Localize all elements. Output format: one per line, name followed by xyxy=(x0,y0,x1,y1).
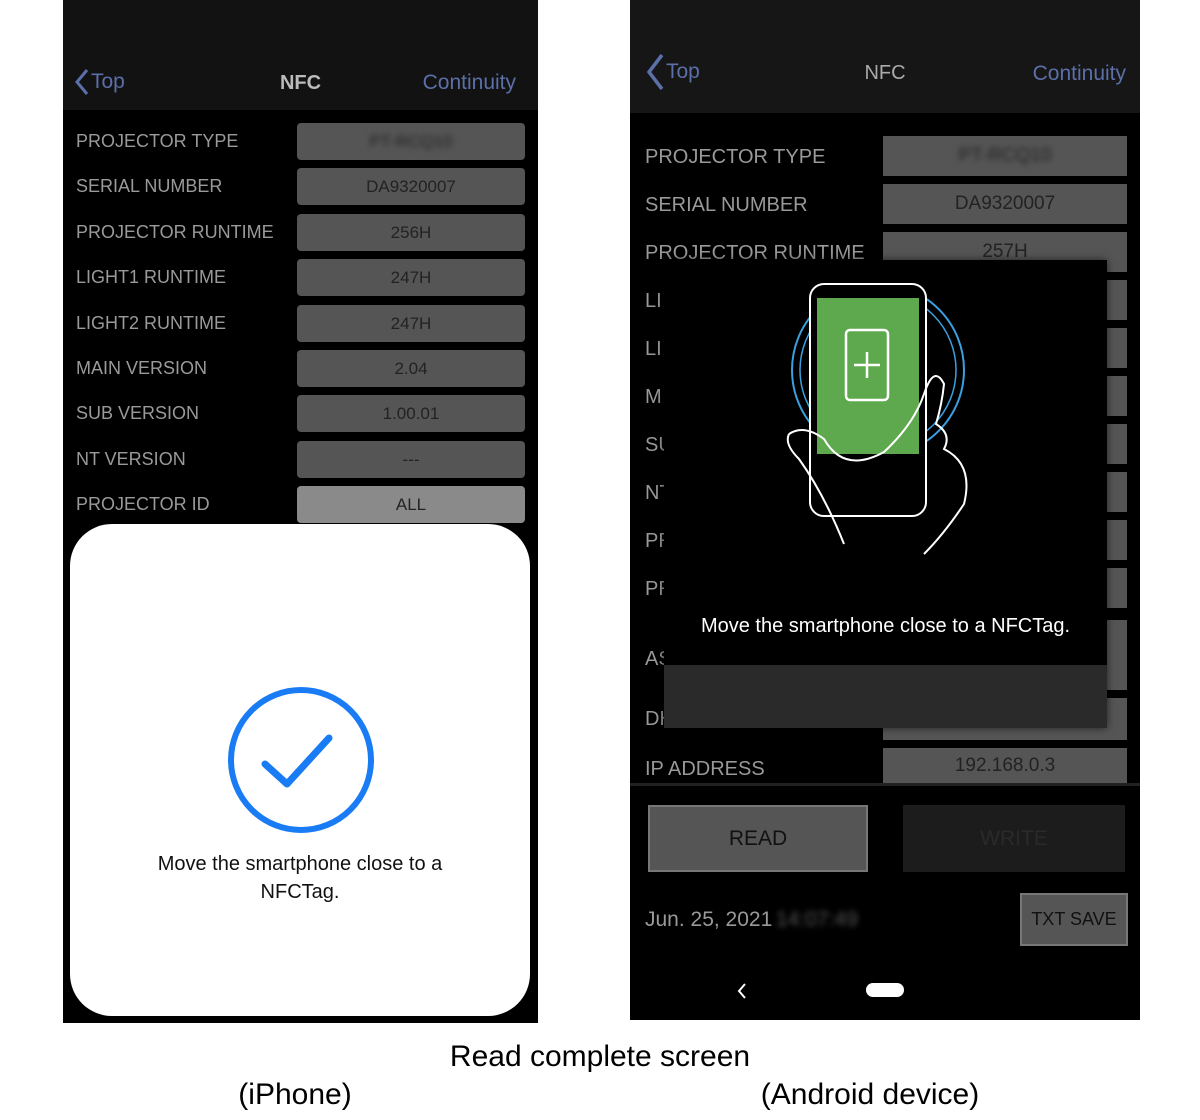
row-label: IP ADDRESS xyxy=(645,758,765,780)
row-value: 247H xyxy=(297,304,525,342)
row-label: LIGHT1 RUNTIME xyxy=(76,267,227,288)
dialog-message: Move the smartphone close to a NFCTag. xyxy=(157,853,443,903)
row-value-text: ALL xyxy=(395,495,427,515)
row-label: NT VERSION xyxy=(76,448,186,469)
row-value-text: DA9320007 xyxy=(366,177,456,197)
row-value: 247H xyxy=(297,259,525,297)
continuity-link[interactable]: Continuity xyxy=(423,71,516,95)
row-value: 2.04 xyxy=(297,350,525,387)
row-value-text: 247H xyxy=(390,268,432,288)
write-button[interactable]: WRITE xyxy=(903,805,1125,872)
row-value-text: 192.168.0.3 xyxy=(954,755,1056,776)
row-value: --- xyxy=(297,440,525,478)
row-value: ALL xyxy=(297,486,525,524)
dialog-footer xyxy=(664,665,1107,728)
row-value: PT-RCQ10 xyxy=(883,136,1127,176)
caption-iphone: (iPhone) xyxy=(238,1078,352,1111)
row-value: PT-RCQ10 xyxy=(297,123,525,160)
row-value-text: 256H xyxy=(390,222,432,242)
checkmark-circle-icon xyxy=(228,687,374,833)
nav-home-pill[interactable] xyxy=(866,983,904,997)
divider xyxy=(630,783,1140,786)
row-value: 256H xyxy=(297,213,525,251)
row-value-text: PT-RCQ10 xyxy=(958,145,1052,166)
row-value-text: --- xyxy=(402,449,420,469)
row-value-text: 257H xyxy=(982,241,1028,262)
row-label: LI xyxy=(645,338,662,360)
read-button[interactable]: READ xyxy=(648,805,868,872)
nav-bar xyxy=(630,0,1140,113)
dialog-message: Move the smartphone close to a NFCTag. xyxy=(700,615,1071,637)
row-label: PROJECTOR ID xyxy=(76,494,210,515)
txt-save-button[interactable]: TXT SAVE xyxy=(1020,893,1128,946)
row-value: 1.00.01 xyxy=(297,395,525,433)
row-label: PROJECTOR TYPE xyxy=(76,131,239,151)
row-value-text: 1.00.01 xyxy=(382,404,440,424)
row-label: LIGHT2 RUNTIME xyxy=(76,312,227,333)
row-label: LI xyxy=(645,290,662,312)
row-value: 192.168.0.3 xyxy=(883,748,1127,783)
row-label: SERIAL NUMBER xyxy=(645,194,808,216)
read-time: 14:07:49 xyxy=(776,908,858,931)
row-label: MAIN VERSION xyxy=(76,358,208,378)
row-value-text: DA9320007 xyxy=(954,193,1056,214)
nav-back-icon[interactable] xyxy=(734,981,750,1001)
row-label: PROJECTOR RUNTIME xyxy=(76,221,274,242)
continuity-link[interactable]: Continuity xyxy=(1033,62,1126,86)
caption-title: Read complete screen xyxy=(449,1040,751,1073)
caption-android: (Android device) xyxy=(760,1078,980,1111)
nfc-scan-dialog: Move the smartphone close to a NFCTag. xyxy=(664,260,1107,728)
row-value-text: 2.04 xyxy=(394,359,428,378)
row-value-text: PT-RCQ10 xyxy=(369,132,453,151)
nfc-complete-dialog: Move the smartphone close to a NFCTag. xyxy=(70,524,530,1016)
phone-nfc-tap-icon xyxy=(786,283,968,555)
android-screen: Top NFC Continuity PROJECTOR TYPE PT-RCQ1… xyxy=(630,0,1140,1020)
row-label: SUB VERSION xyxy=(76,403,200,424)
row-value: DA9320007 xyxy=(297,168,525,206)
read-date: Jun. 25, 2021 xyxy=(645,908,773,931)
row-value: DA9320007 xyxy=(883,184,1127,224)
row-value-text: 247H xyxy=(390,313,432,333)
row-label: SERIAL NUMBER xyxy=(76,176,223,197)
row-label: M xyxy=(645,386,662,408)
iphone-screen: Top NFC Continuity PROJECTOR TYPE PT-RCQ1… xyxy=(63,0,538,1023)
row-label: PROJECTOR TYPE xyxy=(645,146,826,168)
